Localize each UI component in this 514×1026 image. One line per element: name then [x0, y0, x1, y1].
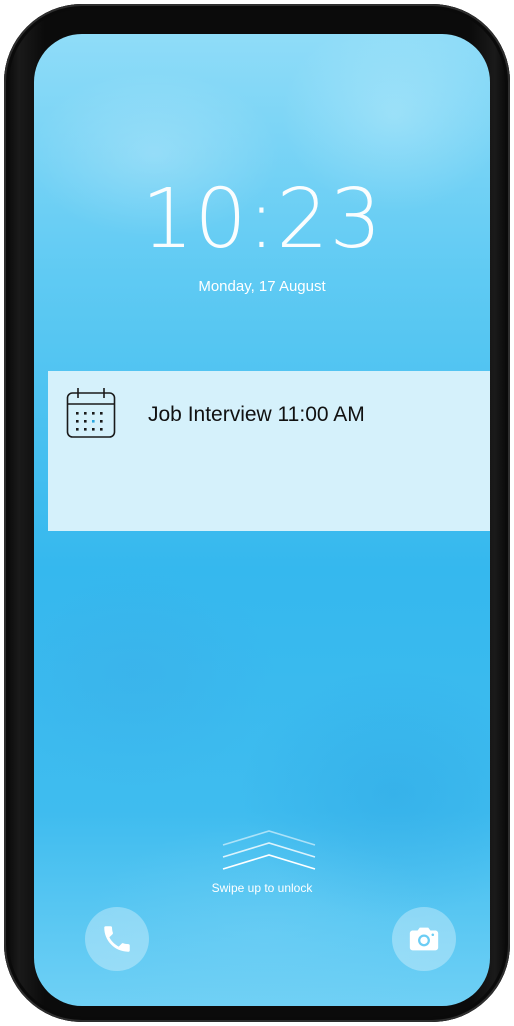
lock-screen[interactable]: 10:23 Monday, 17 August Job Interview 11… [34, 34, 490, 1006]
phone-frame: 10:23 Monday, 17 August Job Interview 11… [4, 4, 510, 1022]
camera-shortcut-button[interactable] [392, 907, 456, 971]
notification-text: Job Interview 11:00 AM [148, 403, 365, 426]
swipe-hint-text: Swipe up to unlock [211, 881, 313, 895]
phone-icon [104, 926, 130, 952]
lock-screen-date: Monday, 17 August [198, 278, 326, 295]
notification-card[interactable]: Job Interview 11:00 AM [48, 371, 490, 531]
swipe-up-chevrons-icon [222, 830, 316, 870]
camera-icon [409, 927, 439, 951]
phone-shortcut-button[interactable] [85, 907, 149, 971]
calendar-icon [66, 388, 116, 438]
lock-screen-clock: 10:23 [141, 172, 383, 267]
